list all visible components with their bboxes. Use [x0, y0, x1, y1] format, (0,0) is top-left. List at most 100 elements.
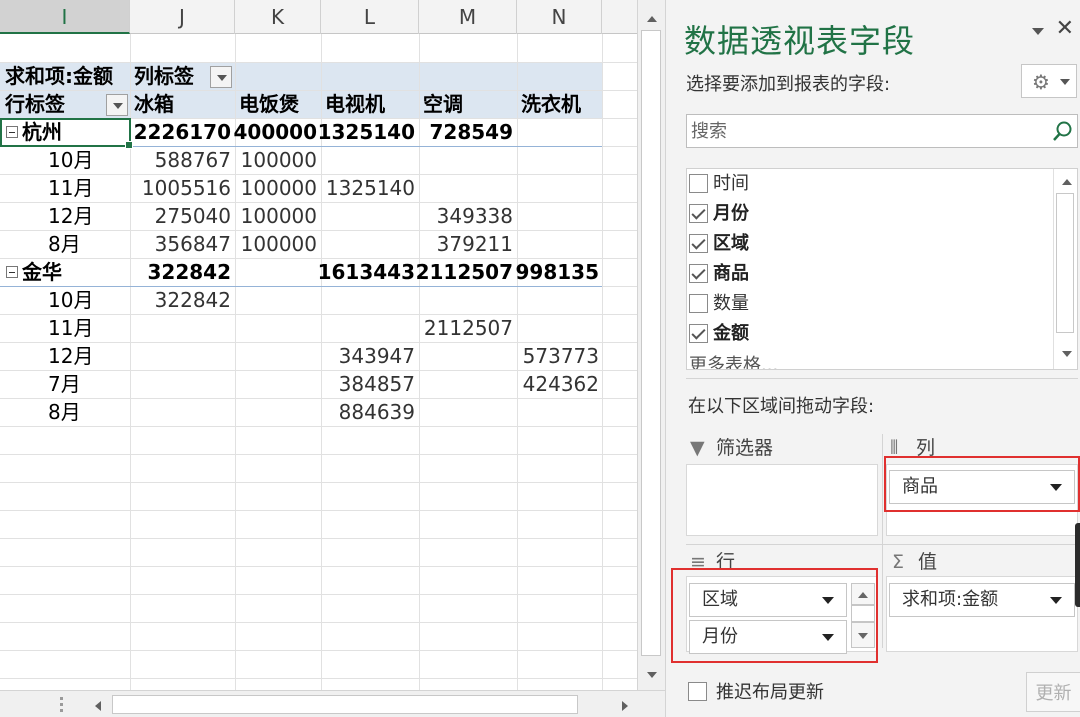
field-checkbox[interactable]: [689, 234, 708, 253]
scroll-down-icon[interactable]: [639, 664, 665, 686]
pivot-value-cell[interactable]: [413, 370, 513, 398]
update-button[interactable]: 更新: [1026, 672, 1080, 712]
product-header[interactable]: 电饭煲: [239, 90, 299, 118]
pivot-value-cell[interactable]: 2112507: [413, 258, 513, 286]
field-list-item[interactable]: 商品: [687, 259, 1053, 289]
pivot-value-cell[interactable]: [499, 314, 599, 342]
search-input[interactable]: [687, 115, 1047, 147]
pivot-month-label[interactable]: 10月: [48, 146, 93, 174]
pivot-value-cell[interactable]: 2226170: [131, 118, 231, 146]
column-header-m[interactable]: M: [419, 0, 517, 34]
pivot-row-labels-caption[interactable]: 行标签: [5, 90, 65, 118]
pivot-month-label[interactable]: 7月: [48, 370, 81, 398]
chevron-down-icon[interactable]: [1050, 597, 1062, 604]
pivot-value-cell[interactable]: 100000: [217, 146, 317, 174]
close-icon[interactable]: ✕: [1056, 16, 1074, 41]
pivot-month-label[interactable]: 10月: [48, 286, 93, 314]
pivot-value-cell[interactable]: [499, 398, 599, 426]
pivot-value-cell[interactable]: 588767: [131, 146, 231, 174]
field-list-item[interactable]: 月份: [687, 199, 1053, 229]
scrollbar-thumb[interactable]: [641, 30, 661, 656]
pivot-column-labels-caption[interactable]: 列标签: [134, 62, 194, 90]
pivot-value-label[interactable]: 求和项:金额: [5, 62, 113, 90]
more-tables-link[interactable]: 更多表格...: [689, 351, 778, 369]
pivot-value-cell[interactable]: [315, 230, 415, 258]
column-header-l[interactable]: L: [321, 0, 419, 34]
field-list-item[interactable]: 数量: [687, 289, 1053, 319]
split-handle-icon[interactable]: [60, 697, 64, 713]
field-list-item[interactable]: 时间: [687, 169, 1053, 199]
pivot-region-label[interactable]: 金华: [22, 258, 62, 286]
pivot-month-label[interactable]: 11月: [48, 314, 93, 342]
pivot-value-cell[interactable]: [315, 146, 415, 174]
filters-drop-zone[interactable]: [686, 464, 878, 536]
collapse-icon[interactable]: [6, 266, 18, 278]
pivot-value-cell[interactable]: [217, 314, 317, 342]
product-header[interactable]: 洗衣机: [521, 90, 581, 118]
values-field-chip[interactable]: 求和项:金额: [889, 583, 1075, 617]
scroll-right-icon[interactable]: [612, 694, 638, 716]
scroll-up-icon[interactable]: [1054, 171, 1077, 193]
pivot-value-cell[interactable]: [217, 286, 317, 314]
field-checkbox[interactable]: [689, 174, 708, 193]
field-checkbox[interactable]: [689, 324, 708, 343]
pivot-value-cell[interactable]: [131, 314, 231, 342]
pivot-value-cell[interactable]: 728549: [413, 118, 514, 146]
pivot-value-cell[interactable]: 998135: [499, 258, 600, 286]
pivot-value-cell[interactable]: 275040: [131, 202, 231, 230]
pivot-value-cell[interactable]: [131, 370, 231, 398]
field-list[interactable]: 时间 月份 区域 商品 数量 金额 更多表格...: [686, 168, 1078, 370]
pivot-value-cell[interactable]: [413, 146, 513, 174]
pivot-value-cell[interactable]: [499, 174, 599, 202]
scroll-left-icon[interactable]: [86, 694, 112, 716]
pivot-value-cell[interactable]: [499, 202, 599, 230]
pivot-value-cell[interactable]: 1325140: [315, 118, 415, 146]
scrollbar-thumb[interactable]: [112, 695, 578, 714]
pane-edge-handle[interactable]: [1075, 523, 1080, 607]
pivot-value-cell[interactable]: 384857: [315, 370, 415, 398]
pivot-value-cell[interactable]: 1005516: [131, 174, 231, 202]
field-list-item[interactable]: 金额: [687, 319, 1053, 349]
pivot-month-label[interactable]: 12月: [48, 342, 93, 370]
cell-grid[interactable]: 求和项:金额 列标签 行标签 冰箱 电饭煲 电视机 空调 洗衣机 杭州 22261…: [0, 34, 637, 690]
pivot-value-cell[interactable]: [131, 342, 231, 370]
pivot-value-cell[interactable]: [131, 398, 231, 426]
pivot-value-cell[interactable]: [217, 342, 317, 370]
pivot-month-label[interactable]: 12月: [48, 202, 93, 230]
pivot-value-cell[interactable]: [413, 286, 513, 314]
pivot-value-cell[interactable]: [413, 342, 513, 370]
pivot-value-cell[interactable]: 322842: [131, 286, 231, 314]
column-header-j[interactable]: J: [130, 0, 235, 34]
field-search-box[interactable]: [686, 114, 1078, 148]
sheet-vertical-scrollbar[interactable]: [637, 0, 665, 690]
defer-update-checkbox[interactable]: [688, 682, 707, 701]
pivot-value-cell[interactable]: 100000: [217, 174, 317, 202]
pivot-value-cell[interactable]: 349338: [413, 202, 513, 230]
pivot-value-cell[interactable]: [499, 286, 599, 314]
product-header[interactable]: 空调: [423, 90, 463, 118]
pivot-value-cell[interactable]: [217, 258, 317, 286]
field-list-item[interactable]: 区域: [687, 229, 1053, 259]
pivot-month-label[interactable]: 8月: [48, 398, 81, 426]
column-header-k[interactable]: K: [235, 0, 321, 34]
column-labels-filter-button[interactable]: [210, 66, 232, 88]
pivot-value-cell[interactable]: [499, 230, 599, 258]
pivot-value-cell[interactable]: 356847: [131, 230, 231, 258]
pivot-value-cell[interactable]: [315, 202, 415, 230]
pivot-value-cell[interactable]: 573773: [499, 342, 599, 370]
pivot-value-cell[interactable]: 343947: [315, 342, 415, 370]
pane-options-chevron-icon[interactable]: [1032, 24, 1046, 38]
pivot-value-cell[interactable]: 100000: [217, 202, 317, 230]
sheet-horizontal-scrollbar[interactable]: [0, 690, 665, 717]
pivot-value-cell[interactable]: [413, 398, 513, 426]
column-header-partial[interactable]: [602, 0, 637, 34]
pivot-value-cell[interactable]: 100000: [217, 230, 317, 258]
column-header-i[interactable]: I: [0, 0, 130, 34]
pivot-value-cell[interactable]: [217, 370, 317, 398]
field-checkbox[interactable]: [689, 294, 708, 313]
field-checkbox[interactable]: [689, 264, 708, 283]
pivot-value-cell[interactable]: [413, 174, 513, 202]
scroll-up-icon[interactable]: [639, 8, 665, 30]
tools-button[interactable]: ⚙: [1021, 64, 1077, 98]
pivot-value-cell[interactable]: 424362: [499, 370, 599, 398]
